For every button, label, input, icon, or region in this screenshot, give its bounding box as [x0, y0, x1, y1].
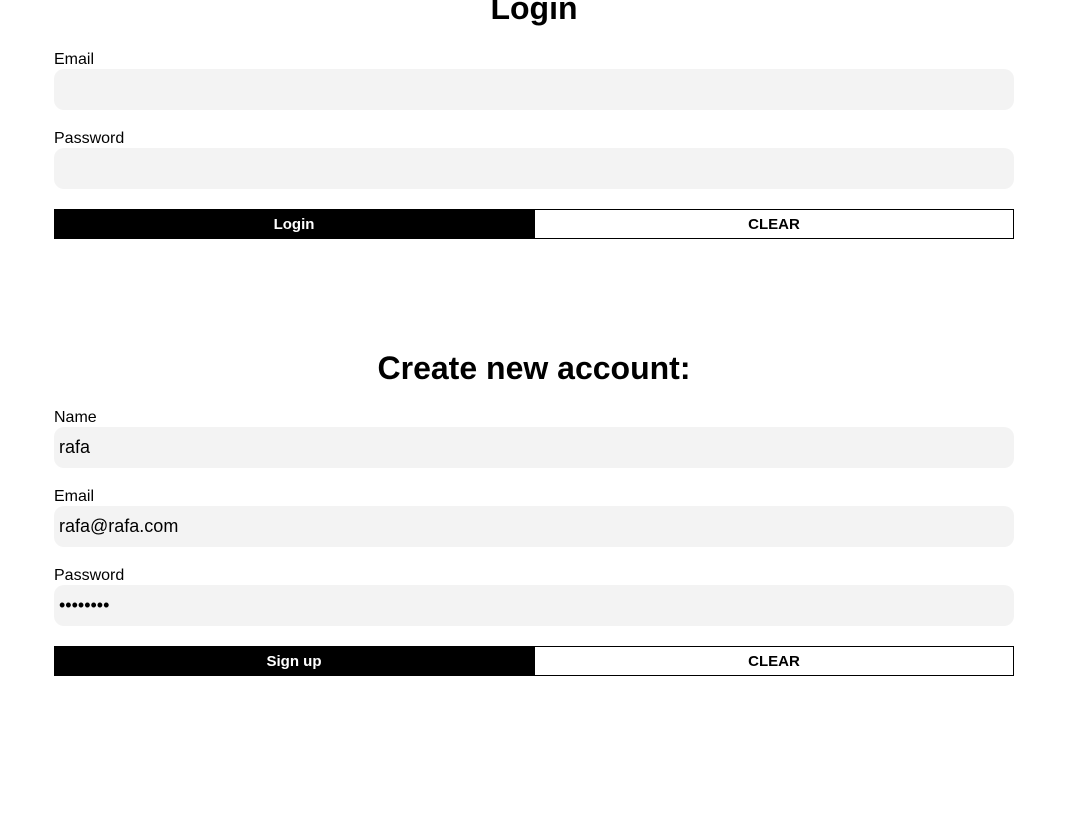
signup-button[interactable]: Sign up — [54, 646, 534, 676]
signup-name-input[interactable] — [54, 427, 1014, 468]
signup-email-label: Email — [54, 488, 95, 505]
login-title: Login — [490, 0, 578, 26]
login-button[interactable]: Login — [54, 209, 534, 239]
login-email-input[interactable] — [54, 69, 1014, 110]
login-email-label: Email — [54, 51, 95, 68]
signup-name-label: Name — [54, 409, 97, 426]
signup-password-input[interactable] — [54, 585, 1014, 626]
login-button-row: Login CLEAR — [54, 209, 1014, 239]
signup-clear-button[interactable]: CLEAR — [534, 646, 1014, 676]
login-password-input[interactable] — [54, 148, 1014, 189]
signup-title: Create new account: — [377, 350, 691, 386]
login-clear-button[interactable]: CLEAR — [534, 209, 1014, 239]
signup-email-input[interactable] — [54, 506, 1014, 547]
signup-password-label: Password — [54, 567, 125, 584]
signup-button-row: Sign up CLEAR — [54, 646, 1014, 676]
login-password-label: Password — [54, 130, 125, 147]
